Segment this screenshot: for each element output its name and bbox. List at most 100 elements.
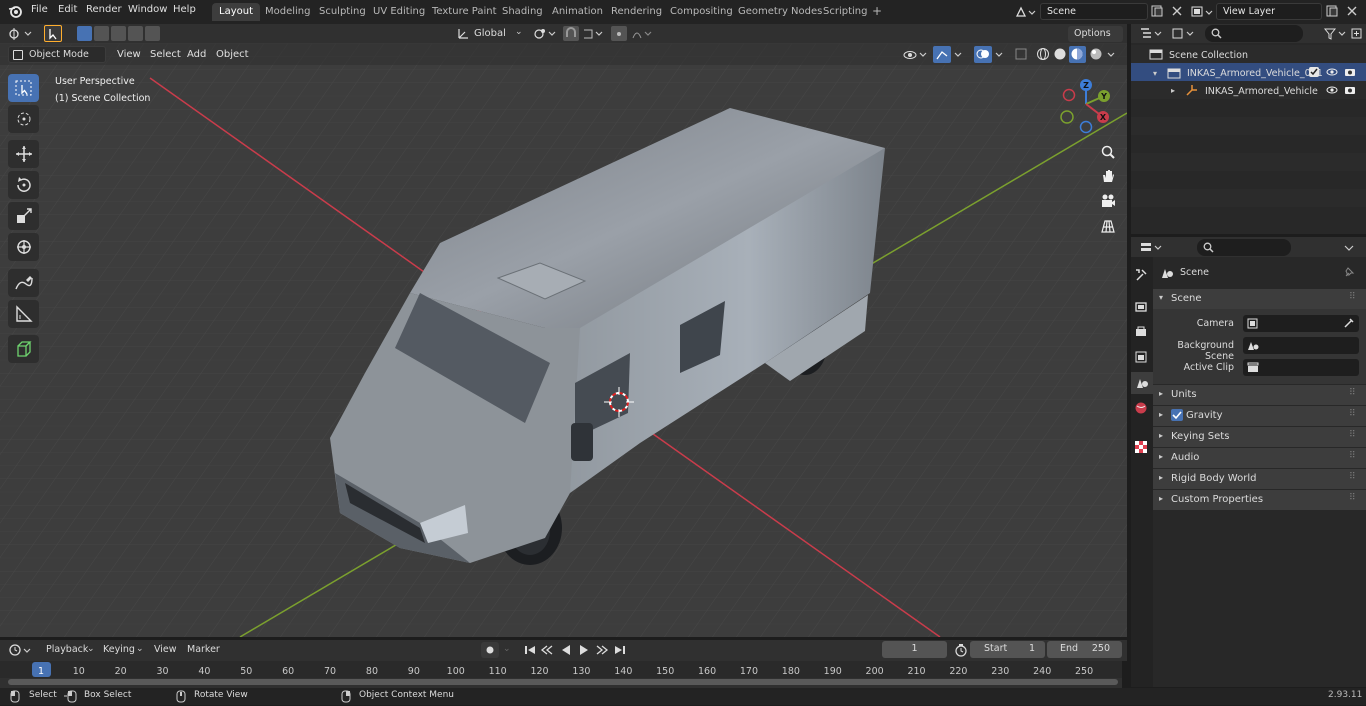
select-tool-active-icon[interactable] [44, 25, 62, 42]
exclude-checkbox-icon[interactable] [1309, 67, 1319, 77]
chevron-down-icon[interactable] [994, 47, 1006, 65]
custom-properties-panel-header[interactable]: ▸ Custom Properties ⠿ [1153, 490, 1366, 510]
drag-handle-icon[interactable]: ⠿ [1349, 388, 1356, 398]
snap-icon[interactable] [563, 26, 579, 41]
jump-end-icon[interactable] [613, 643, 627, 660]
pivot-point-icon[interactable] [532, 26, 558, 44]
add-cube-tool[interactable] [8, 335, 39, 363]
view-layer-field[interactable]: View Layer [1216, 3, 1322, 20]
scene-selector-icon[interactable] [1014, 4, 1036, 20]
annotate-tool[interactable] [8, 269, 39, 297]
auto-keying-icon[interactable] [481, 642, 499, 658]
properties-options-icon[interactable] [1341, 240, 1357, 258]
current-frame-field[interactable]: 1 [882, 641, 947, 658]
outliner-item-collection[interactable]: INKAS_Armored_Vehicle_001 [1187, 68, 1323, 79]
outliner-item-object[interactable]: INKAS_Armored_Vehicle [1205, 86, 1318, 97]
audio-panel-header[interactable]: ▸ Audio ⠿ [1153, 448, 1366, 468]
scale-tool[interactable] [8, 202, 39, 230]
tab-compositing[interactable]: Compositing [663, 3, 740, 21]
select-mode-intersect-icon[interactable] [145, 26, 160, 41]
play-icon[interactable] [577, 643, 591, 660]
menu-window[interactable]: Window [128, 4, 167, 15]
measure-tool[interactable] [8, 300, 39, 328]
timeline-menu-keying[interactable]: Keying [103, 644, 135, 655]
zoom-icon[interactable] [1100, 144, 1116, 163]
menu-help[interactable]: Help [173, 4, 196, 15]
menu-render[interactable]: Render [86, 4, 122, 15]
drag-handle-icon[interactable]: ⠿ [1349, 451, 1356, 461]
world-tab-icon[interactable] [1134, 401, 1148, 418]
tab-layout[interactable]: Layout [212, 3, 260, 21]
rigid-body-panel-header[interactable]: ▸ Rigid Body World ⠿ [1153, 469, 1366, 489]
outliner-search-input[interactable] [1205, 25, 1303, 42]
texture-tab-icon[interactable] [1134, 440, 1148, 457]
units-panel-header[interactable]: ▸ Units ⠿ [1153, 385, 1366, 405]
options-dropdown[interactable]: Options [1068, 26, 1123, 42]
tab-shading[interactable]: Shading [495, 3, 550, 21]
eyedropper-icon[interactable] [1343, 317, 1355, 332]
scene-tab-icon[interactable] [1131, 372, 1153, 394]
chevron-down-icon[interactable] [1106, 47, 1118, 65]
outliner-root-label[interactable]: Scene Collection [1169, 50, 1248, 61]
chevron-down-icon[interactable] [953, 47, 965, 65]
eye-icon[interactable] [1326, 67, 1338, 80]
prev-keyframe-icon[interactable] [540, 643, 554, 660]
tab-uv-editing[interactable]: UV Editing [366, 3, 432, 21]
properties-editor-type-icon[interactable] [1139, 240, 1165, 258]
3d-viewport[interactable] [0, 43, 1127, 637]
proportional-edit-icon[interactable] [611, 26, 627, 41]
menu-file[interactable]: File [31, 4, 48, 15]
transform-orientation-dropdown[interactable]: Global [474, 28, 506, 39]
drag-handle-icon[interactable]: ⠿ [1349, 430, 1356, 440]
menu-edit[interactable]: Edit [58, 4, 77, 15]
properties-search-input[interactable] [1197, 239, 1291, 256]
gizmo-neg-y[interactable] [1060, 110, 1074, 124]
gizmo-neg-z[interactable] [1079, 120, 1093, 134]
pin-icon[interactable] [1343, 266, 1355, 282]
delete-scene-icon[interactable] [1170, 4, 1184, 21]
timeline-editor-type-icon[interactable] [8, 643, 34, 661]
proportional-falloff-icon[interactable] [631, 26, 655, 44]
shading-rendered-icon[interactable] [1089, 47, 1104, 65]
gravity-checkbox[interactable] [1171, 409, 1183, 421]
blender-logo-icon[interactable] [8, 4, 22, 18]
tab-geometry-nodes[interactable]: Geometry Nodes [731, 3, 829, 21]
select-mode-extend-icon[interactable] [94, 26, 109, 41]
display-mode-icon[interactable] [1171, 26, 1197, 44]
render-camera-icon[interactable] [1344, 84, 1356, 98]
view-layer-tab-icon[interactable] [1134, 350, 1148, 367]
shading-solid-icon[interactable] [1053, 47, 1068, 65]
end-frame-field[interactable]: End 250 [1047, 641, 1122, 658]
ortho-grid-icon[interactable] [1100, 218, 1116, 237]
tool-tab-icon[interactable] [1134, 268, 1148, 285]
output-tab-icon[interactable] [1134, 325, 1148, 342]
tab-texture-paint[interactable]: Texture Paint [425, 3, 504, 21]
drag-handle-icon[interactable]: ⠿ [1349, 472, 1356, 482]
drag-handle-icon[interactable]: ⠿ [1349, 409, 1356, 419]
new-view-layer-icon[interactable] [1325, 4, 1339, 21]
drag-handle-icon[interactable]: ⠿ [1349, 292, 1356, 302]
visibility-icon[interactable] [903, 47, 929, 65]
snap-target-icon[interactable] [582, 26, 606, 44]
transform-tool[interactable] [8, 233, 39, 261]
gizmo-neg-x[interactable] [1062, 88, 1076, 102]
gravity-panel-header[interactable]: ▸ Gravity ⠿ [1153, 406, 1366, 426]
xray-toggle-icon[interactable] [1014, 47, 1028, 65]
timeline-menu-view[interactable]: View [154, 644, 177, 655]
expand-arrow-icon[interactable]: ▸ [1171, 86, 1175, 95]
tab-animation[interactable]: Animation [545, 3, 610, 21]
filter-icon[interactable] [1323, 26, 1349, 44]
scene-name-field[interactable]: Scene [1040, 3, 1148, 20]
pan-hand-icon[interactable] [1100, 168, 1116, 187]
tab-rendering[interactable]: Rendering [604, 3, 669, 21]
timeline-menu-marker[interactable]: Marker [187, 644, 220, 655]
render-tab-icon[interactable] [1134, 300, 1148, 317]
drag-handle-icon[interactable]: ⠿ [1349, 493, 1356, 503]
stopwatch-icon[interactable] [954, 643, 968, 660]
viewport-menu-view[interactable]: View [117, 49, 141, 60]
outliner-editor-type-icon[interactable] [1139, 26, 1165, 44]
gizmo-toggle-icon[interactable] [933, 46, 951, 63]
timeline-menu-playback[interactable]: Playback [46, 644, 88, 655]
move-tool[interactable] [8, 140, 39, 168]
object-mode-dropdown[interactable]: Object Mode [8, 46, 106, 63]
